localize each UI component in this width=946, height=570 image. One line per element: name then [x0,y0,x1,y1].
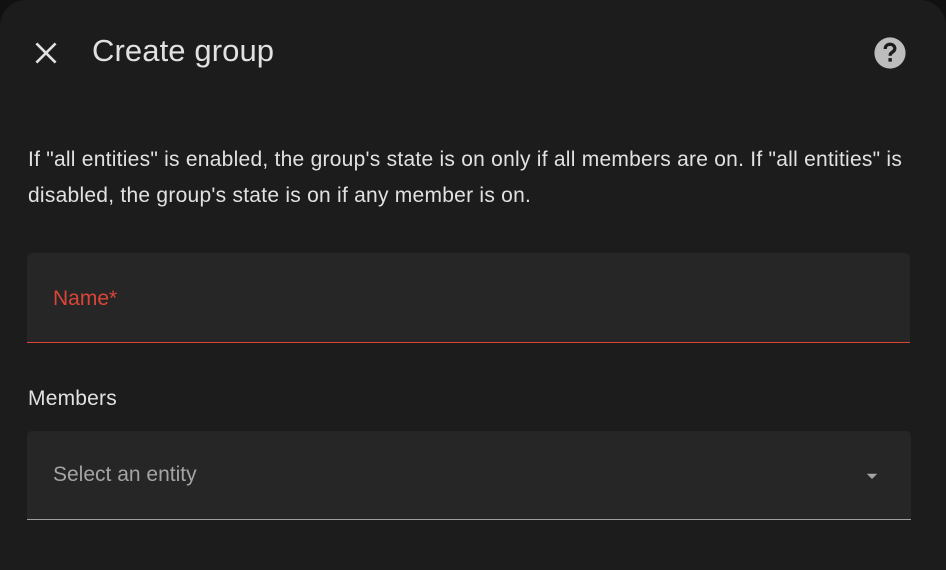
group-description: If "all entities" is enabled, the group'… [28,148,903,207]
entity-select[interactable]: Select an entity [27,431,911,520]
close-button[interactable] [22,29,70,77]
name-field-label: Name* [53,287,118,310]
entity-select-placeholder: Select an entity [53,463,197,486]
close-icon [35,42,57,64]
help-circle-icon [874,37,906,69]
help-button[interactable] [866,29,914,77]
name-field[interactable]: Name* [27,253,910,343]
create-group-dialog: Create group If "all entities" is enable… [0,0,946,570]
dialog-title: Create group [92,33,275,68]
members-label: Members [28,387,117,410]
menu-down-icon [861,465,883,487]
